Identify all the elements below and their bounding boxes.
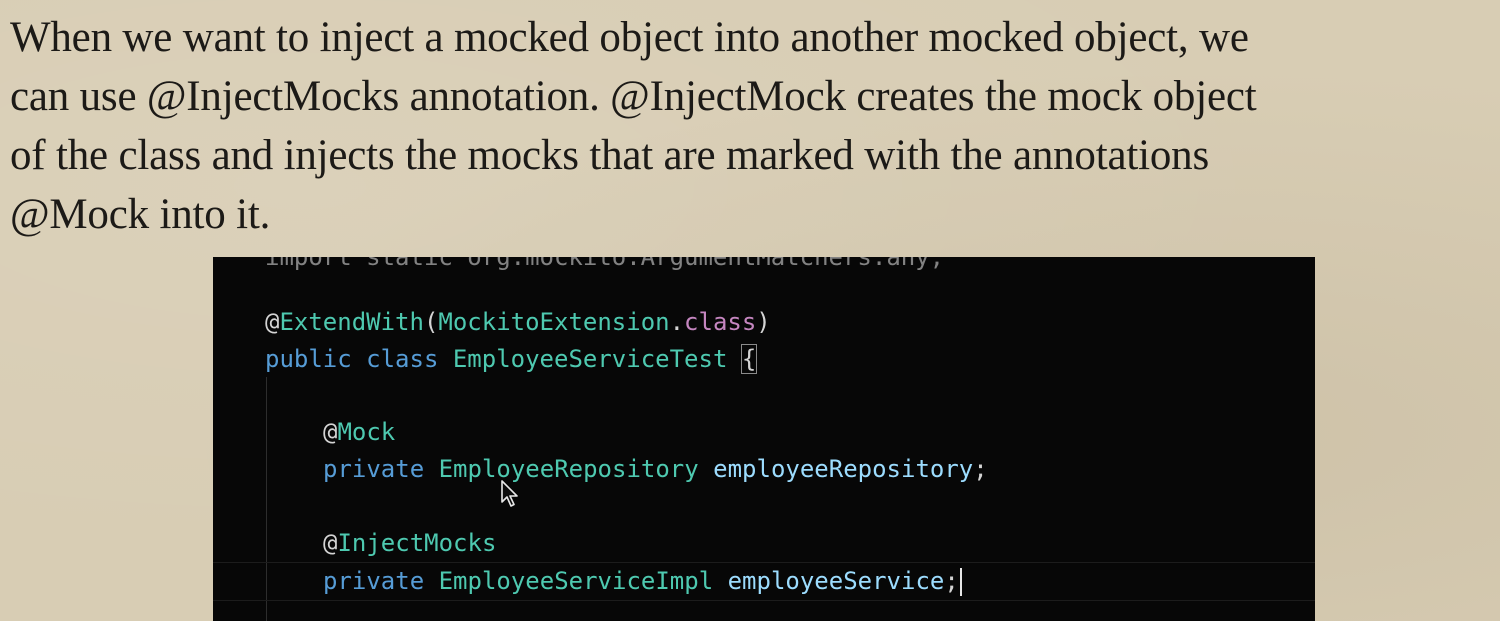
annotation-name: InjectMocks — [337, 529, 497, 557]
class-keyword: class — [366, 345, 439, 373]
field-type: EmployeeServiceImpl — [438, 567, 714, 595]
semicolon: ; — [973, 455, 988, 483]
class-name: EmployeeServiceTest — [452, 345, 728, 373]
paren-open: ( — [423, 308, 439, 336]
code-line-cut-off: import static org.mockito.ArgumentMatche… — [213, 257, 1315, 276]
annotation-name: ExtendWith — [279, 308, 424, 336]
text-caret — [959, 568, 962, 596]
code-line-class-decl: public class EmployeeServiceTest { — [213, 341, 1315, 378]
code-text: import static org.mockito.ArgumentMatche… — [265, 257, 945, 271]
annotation-at: @ — [265, 308, 280, 336]
paren-close: ) — [756, 308, 771, 336]
private-keyword: private — [323, 455, 425, 483]
field-type: EmployeeRepository — [438, 455, 699, 483]
code-line-injectmocks-annotation: @InjectMocks — [213, 525, 1315, 562]
private-keyword: private — [323, 567, 425, 595]
extension-class: MockitoExtension — [438, 308, 670, 336]
code-editor[interactable]: import static org.mockito.ArgumentMatche… — [213, 257, 1315, 621]
dot: . — [669, 308, 685, 336]
code-area[interactable]: import static org.mockito.ArgumentMatche… — [213, 257, 1315, 621]
code-line-mock-annotation: @Mock — [213, 414, 1315, 451]
code-line-service-field-current: private EmployeeServiceImpl employeeServ… — [213, 562, 1315, 601]
field-name: employeeRepository — [713, 455, 974, 483]
mouse-pointer-icon — [501, 480, 518, 507]
field-name: employeeService — [727, 567, 945, 595]
semicolon: ; — [944, 567, 959, 595]
matched-brace: { — [740, 344, 758, 374]
annotation-name: Mock — [337, 418, 396, 446]
annotation-at: @ — [323, 418, 338, 446]
code-line-extendwith: @ExtendWith(MockitoExtension.class) — [213, 304, 1315, 341]
class-keyword: class — [684, 308, 757, 336]
annotation-at: @ — [323, 529, 338, 557]
public-keyword: public — [265, 345, 352, 373]
code-line-repository-field: private EmployeeRepository employeeRepos… — [213, 451, 1315, 488]
slide-paragraph: When we want to inject a mocked object i… — [10, 14, 1257, 238]
